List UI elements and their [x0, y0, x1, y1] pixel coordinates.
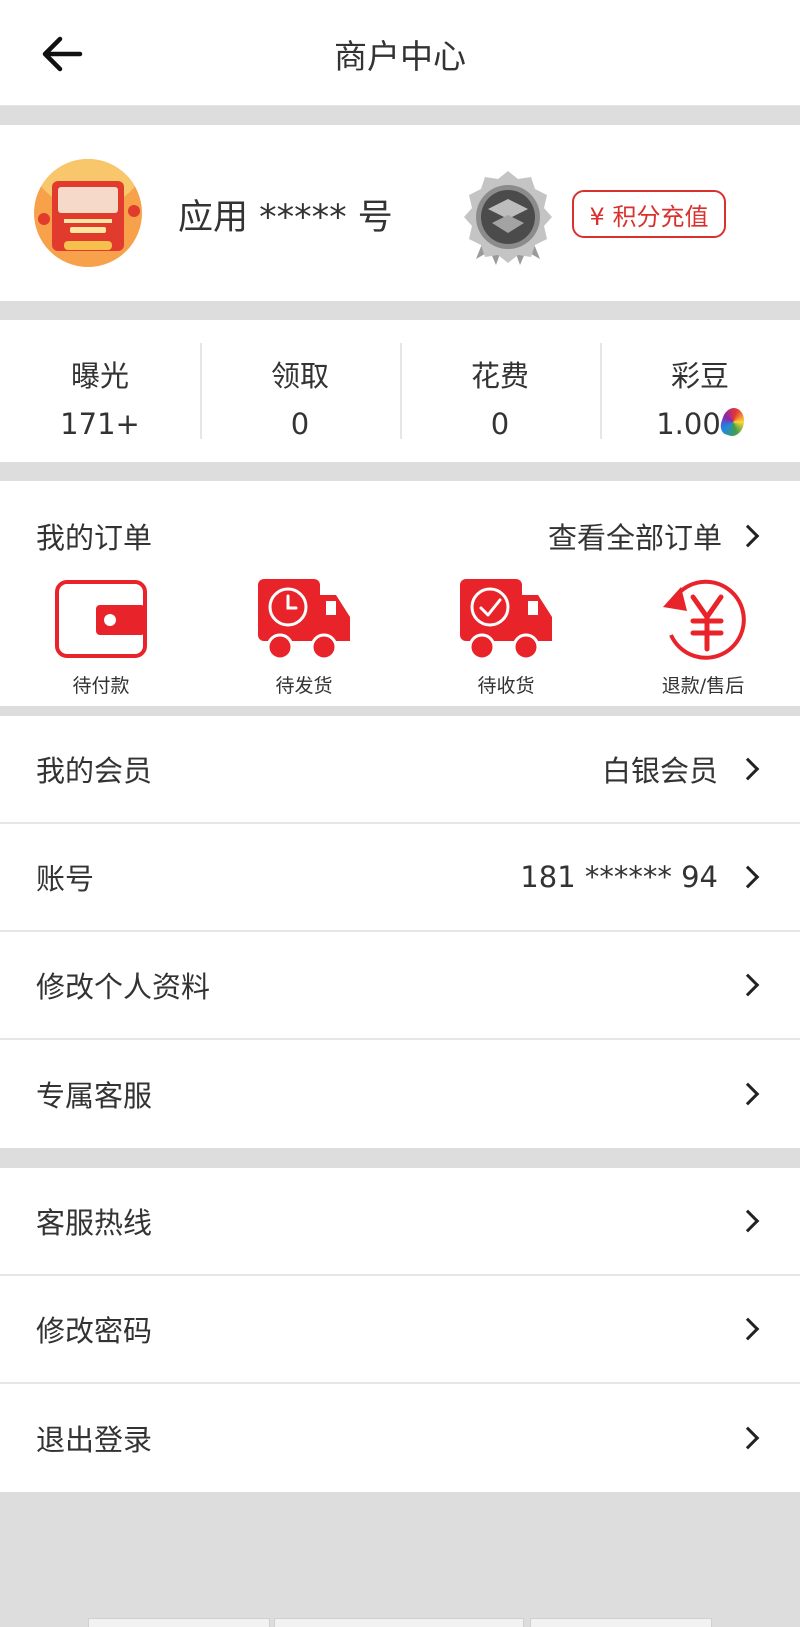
- order-label: 待付款: [72, 675, 130, 697]
- menu-change-password[interactable]: 修改密码: [0, 1276, 800, 1384]
- menu-service-hotline[interactable]: 客服热线: [0, 1168, 800, 1276]
- order-label: 待发货: [275, 675, 333, 697]
- my-orders-section: 我的订单 查看全部订单 待付款 待发货 待收货 退款/售后: [0, 481, 800, 706]
- stat-value: 0: [490, 407, 510, 441]
- stat-value: 0: [290, 407, 310, 441]
- settings-menu: 客服热线 修改密码 退出登录: [0, 1168, 800, 1492]
- view-all-label: 查看全部订单: [547, 521, 722, 555]
- row-label: 客服热线: [36, 1206, 153, 1240]
- stat-exposure[interactable]: 曝光 171+: [0, 341, 200, 441]
- row-right: [718, 1209, 760, 1233]
- stat-value: 171+: [60, 407, 140, 441]
- row-label: 我的会员: [36, 754, 153, 788]
- stat-value-wrap: 1.00: [600, 405, 800, 441]
- menu-account[interactable]: 账号 181 ****** 94: [0, 824, 800, 932]
- view-all-orders-link[interactable]: 查看全部订单: [547, 515, 760, 557]
- truck-clock-icon: [258, 579, 350, 661]
- menu-my-membership[interactable]: 我的会员 白银会员: [0, 716, 800, 824]
- orders-title: 我的订单: [36, 521, 153, 555]
- row-label: 退出登录: [36, 1423, 153, 1457]
- points-recharge-button[interactable]: ¥ 积分充值: [572, 190, 726, 238]
- stat-claimed[interactable]: 领取 0: [200, 341, 400, 441]
- chevron-right-icon: [736, 1317, 760, 1341]
- bottom-tab[interactable]: [88, 1618, 270, 1627]
- chevron-right-icon: [736, 524, 760, 548]
- stat-label: 曝光: [70, 359, 129, 393]
- stat-label: 领取: [270, 359, 329, 393]
- menu-dedicated-service[interactable]: 专属客服: [0, 1040, 800, 1148]
- order-refund-aftersale[interactable]: 退款/售后: [643, 577, 763, 698]
- yen-refund-icon: [663, 579, 746, 660]
- row-label: 修改密码: [36, 1314, 153, 1348]
- avatar[interactable]: [34, 159, 142, 267]
- chevron-right-icon: [736, 1209, 760, 1233]
- stat-beans[interactable]: 彩豆 1.00: [600, 341, 800, 441]
- bottom-tab-bar-edge: [88, 1618, 712, 1627]
- username: 应用 ***** 号: [178, 198, 393, 238]
- order-pending-shipment[interactable]: 待发货: [244, 577, 364, 698]
- silver-medal-icon: [458, 167, 558, 267]
- stat-spent[interactable]: 花费 0: [400, 341, 600, 441]
- row-right: [718, 1426, 760, 1450]
- row-right: 181 ****** 94: [520, 860, 760, 894]
- chevron-right-icon: [736, 757, 760, 781]
- row-label: 账号: [36, 862, 95, 896]
- chevron-right-icon: [736, 865, 760, 889]
- bottom-tab[interactable]: [530, 1618, 712, 1627]
- account-menu: 我的会员 白银会员 账号 181 ****** 94 修改个人资料 专属客服: [0, 716, 800, 1148]
- order-label: 退款/售后: [661, 675, 745, 697]
- stat-label: 彩豆: [670, 359, 729, 393]
- membership-level: 白银会员: [601, 754, 718, 788]
- row-label: 专属客服: [36, 1079, 153, 1113]
- order-pending-receipt[interactable]: 待收货: [446, 577, 566, 698]
- order-label: 待收货: [477, 675, 535, 697]
- page-title: 商户中心: [334, 37, 466, 76]
- stat-label: 花费: [470, 359, 529, 393]
- chevron-right-icon: [736, 973, 760, 997]
- menu-logout[interactable]: 退出登录: [0, 1384, 800, 1492]
- stats-bar: 曝光 171+ 领取 0 花费 0 彩豆 1.00: [0, 320, 800, 462]
- bottom-tab[interactable]: [274, 1618, 524, 1627]
- order-pending-payment[interactable]: 待付款: [41, 577, 161, 698]
- row-right: [718, 1317, 760, 1341]
- menu-edit-profile[interactable]: 修改个人资料: [0, 932, 800, 1040]
- top-bar: 商户中心: [0, 0, 800, 106]
- row-right: 白银会员: [601, 748, 760, 790]
- chevron-right-icon: [736, 1082, 760, 1106]
- profile-card: 应用 ***** 号 ¥ 积分充值: [0, 125, 800, 301]
- order-status-row: 待付款 待发货 待收货 退款/售后: [0, 577, 800, 697]
- row-label: 修改个人资料: [36, 970, 211, 1004]
- color-bean-icon: [717, 405, 748, 439]
- row-right: [718, 1082, 760, 1106]
- truck-check-icon: [460, 579, 552, 661]
- row-right: [718, 973, 760, 997]
- chevron-right-icon: [736, 1426, 760, 1450]
- wallet-icon: [55, 580, 147, 658]
- stat-value: 1.00: [656, 407, 721, 441]
- account-number: 181 ****** 94: [520, 860, 718, 894]
